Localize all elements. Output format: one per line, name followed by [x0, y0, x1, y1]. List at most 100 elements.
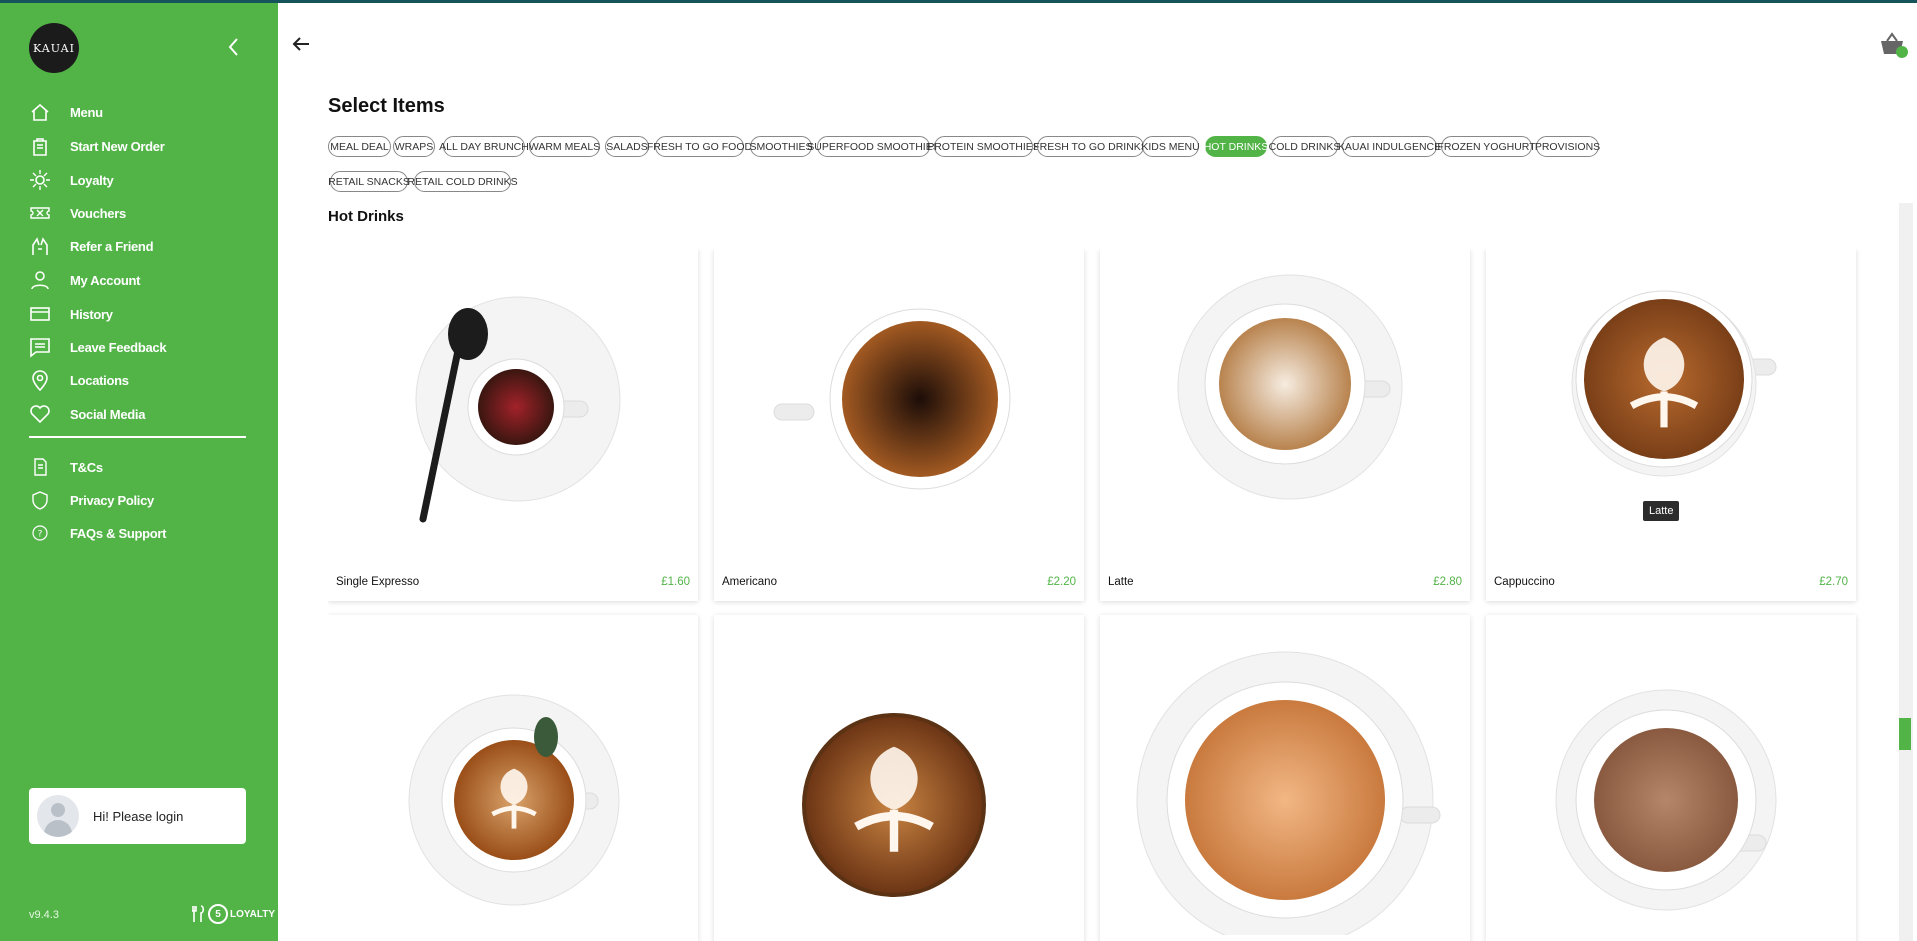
sidebar-item-locations[interactable]: Locations [29, 367, 129, 393]
sidebar-item-history[interactable]: History [29, 301, 113, 327]
sidebar-item-label: Privacy Policy [70, 492, 154, 508]
product-price: £1.60 [661, 576, 690, 588]
main-content: Select Items MEAL DEAL WRAPS ALL DAY BRUNC… [278, 3, 1917, 941]
sidebar-item-label: Loyalty [70, 172, 114, 188]
user-icon [29, 269, 51, 291]
home-icon [29, 101, 51, 123]
sidebar-item-label: History [70, 306, 113, 322]
sidebar-item-label: T&Cs [70, 459, 103, 475]
category-chip-meal-deal[interactable]: MEAL DEAL [328, 136, 391, 157]
sidebar-item-privacy-policy[interactable]: Privacy Policy [29, 487, 154, 513]
sidebar-item-start-new-order[interactable]: Start New Order [29, 133, 165, 159]
product-image-espresso [415, 296, 621, 523]
sidebar-item-leave-feedback[interactable]: Leave Feedback [29, 334, 167, 360]
loyalty-logo: 5 LOYALTY [192, 904, 275, 924]
category-chip-cold-drinks[interactable]: COLD DRINKS [1269, 136, 1340, 157]
product-image-chocolate [1555, 689, 1777, 911]
sidebar-item-label: Social Media [70, 406, 146, 422]
login-card[interactable]: Hi! Please login [29, 788, 246, 844]
sidebar-item-label: Refer a Friend [70, 238, 154, 254]
sidebar-item-label: FAQs & Support [70, 525, 167, 541]
collapse-sidebar-button[interactable] [222, 35, 246, 59]
category-chip-protein-smoothies[interactable]: PROTEIN SMOOTHIES [927, 136, 1040, 157]
product-card[interactable]: Cappuccino £2.70 [1486, 249, 1856, 601]
back-button[interactable] [290, 33, 312, 55]
cutlery-icon [192, 905, 205, 922]
product-image-artcup [802, 713, 986, 897]
category-chip-provisions[interactable]: PROVISIONS [1535, 136, 1600, 157]
sidebar-item-label: Menu [70, 104, 103, 120]
sidebar-item-faqs-support[interactable]: ? FAQs & Support [29, 520, 167, 546]
heart-icon [29, 403, 51, 425]
category-chip-fresh-to-go-drinks[interactable]: FRESH TO GO DRINKS [1033, 136, 1148, 157]
category-chip-hot-drinks[interactable]: HOT DRINKS [1204, 136, 1268, 157]
page-title: Select Items [328, 95, 445, 117]
category-chip-fresh-to-go-food[interactable]: FRESH TO GO FOOD [647, 136, 752, 157]
sidebar-item-refer-a-friend[interactable]: Refer a Friend [29, 233, 154, 259]
product-card[interactable] [1100, 615, 1470, 941]
sidebar-item-loyalty[interactable]: Loyalty [29, 167, 114, 193]
product-image-cappuccino [1571, 290, 1777, 477]
scrollbar-thumb[interactable] [1899, 718, 1911, 750]
loyalty-number: 5 [208, 904, 228, 924]
section-title: Hot Drinks [328, 208, 404, 225]
product-tooltip: Latte [1643, 501, 1680, 521]
avatar [37, 795, 79, 837]
product-name: Americano [722, 576, 777, 588]
sun-icon [29, 169, 51, 191]
basket-button[interactable] [1878, 31, 1910, 59]
category-chip-smoothies[interactable]: SMOOTHIES [750, 136, 813, 157]
category-chip-kauai-indulgence[interactable]: KAUAI INDULGENCE [1338, 136, 1441, 157]
category-chip-retail-snacks[interactable]: RETAIL SNACKS [328, 171, 410, 192]
category-chip-all-day-brunch[interactable]: ALL DAY BRUNCH [439, 136, 529, 157]
scrollbar-track[interactable] [1899, 203, 1913, 941]
shield-icon [29, 489, 51, 511]
product-image-americano [773, 308, 1011, 490]
product-card[interactable]: Americano £2.20 [714, 249, 1084, 601]
product-card[interactable]: Latte £2.80 [1100, 249, 1470, 601]
sidebar-divider [29, 436, 246, 438]
basket-icon [1881, 32, 1908, 58]
history-card-icon [29, 303, 51, 325]
product-image-latte [1177, 274, 1403, 500]
sidebar-item-social-media[interactable]: Social Media [29, 401, 145, 427]
product-name: Single Expresso [336, 576, 420, 588]
sidebar-item-t-cs[interactable]: T&Cs [29, 454, 103, 480]
product-price: £2.20 [1047, 576, 1076, 588]
product-card[interactable] [714, 615, 1084, 941]
category-chip-frozen-yoghurt[interactable]: FROZEN YOGHURT [1437, 136, 1536, 157]
sidebar-item-label: Leave Feedback [70, 339, 167, 355]
product-price: £2.80 [1433, 576, 1462, 588]
sidebar-item-label: Vouchers [70, 205, 126, 221]
product-card[interactable] [1486, 615, 1856, 941]
help-icon: ? [29, 522, 51, 544]
category-chip-retail-cold-drinks[interactable]: RETAIL COLD DRINKS [407, 171, 518, 192]
category-chip-warm-meals[interactable]: WARM MEALS [529, 136, 600, 157]
product-grid: Single Expresso £1.60 Americano £2.20 Latte £… [328, 249, 1864, 941]
sidebar-item-label: My Account [70, 272, 141, 288]
sidebar-item-vouchers[interactable]: Vouchers [29, 200, 126, 226]
sidebar: KAUAI Menu Start New Order Loyalty Vouchers… [0, 3, 278, 941]
product-price: £2.70 [1819, 576, 1848, 588]
category-chip-wraps[interactable]: WRAPS [393, 136, 435, 157]
sidebar-item-label: Start New Order [70, 138, 165, 154]
chevron-left-icon [228, 38, 238, 56]
sidebar-item-menu[interactable]: Menu [29, 99, 103, 125]
svg-text:?: ? [38, 530, 43, 540]
arrow-left-icon [292, 37, 309, 51]
loyalty-text: LOYALTY [230, 908, 276, 920]
category-chip-kids-menu[interactable]: KIDS MENU [1141, 136, 1200, 157]
document-icon [29, 456, 51, 478]
kauai-logo[interactable]: KAUAI [29, 23, 79, 73]
sidebar-item-my-account[interactable]: My Account [29, 267, 141, 293]
product-image-flatwhite [408, 694, 620, 906]
product-card[interactable] [328, 615, 698, 941]
category-chip-salads[interactable]: SALADS [605, 136, 649, 157]
product-card[interactable]: Single Expresso £1.60 [328, 249, 698, 601]
sidebar-item-label: Locations [70, 372, 129, 388]
hands-icon [29, 235, 51, 257]
product-name: Cappuccino [1494, 576, 1555, 588]
product-image-bigcup [1136, 651, 1441, 935]
ticket-icon [29, 202, 51, 224]
category-chip-superfood-smoothies[interactable]: SUPERFOOD SMOOTHIES [807, 136, 940, 157]
